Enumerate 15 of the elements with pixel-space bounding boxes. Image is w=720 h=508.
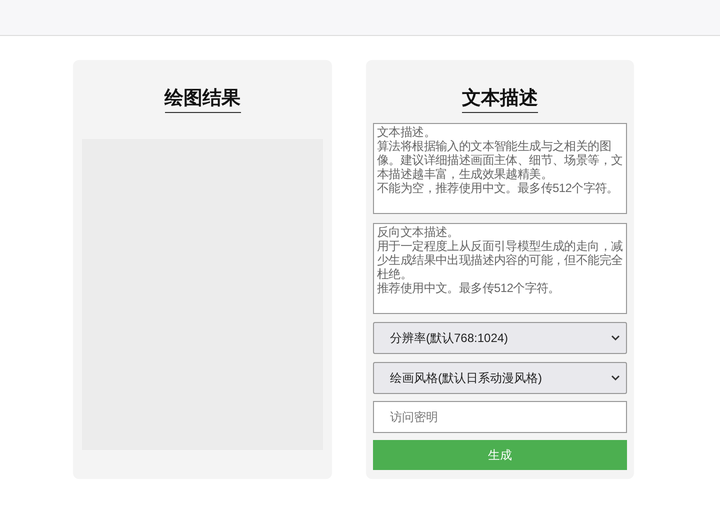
chevron-down-icon bbox=[611, 335, 620, 341]
style-select[interactable]: 绘画风格(默认日系动漫风格) bbox=[373, 362, 627, 394]
placeholder-text: 算法将根据输入的文本智能生成与之相关的图像。建议详细描述画面主体、细节、场景等，文本描述越丰富，生成效果越精美。 bbox=[377, 139, 623, 181]
negative-prompt-field[interactable]: 反向文本描述。 用于一定程度上从反面引导模型生成的走向，减少生成结果中出现描述内容的可能，但不能完全杜绝。 推荐使用中文。最多传512个字符。 bbox=[373, 223, 627, 314]
placeholder-text: 不能为空，推荐使用中文。最多传512个字符。 bbox=[377, 181, 618, 195]
placeholder-text: 用于一定程度上从反面引导模型生成的走向，减少生成结果中出现描述内容的可能，但不能完全杜绝。 bbox=[377, 239, 623, 281]
prompt-field[interactable]: 文本描述。 算法将根据输入的文本智能生成与之相关的图像。建议详细描述画面主体、细节、场景等，文本描述越丰富，生成效果越精美。 不能为空，推荐使用中文。最多传512个字符。 bbox=[373, 123, 627, 214]
resolution-select[interactable]: 分辨率(默认768:1024) bbox=[373, 322, 627, 354]
chevron-down-icon bbox=[611, 375, 620, 381]
panel-title: 绘图结果 bbox=[164, 86, 240, 113]
placeholder-text: 推荐使用中文。最多传512个字符。 bbox=[377, 281, 560, 295]
access-key-field[interactable]: 访问密明 bbox=[373, 401, 627, 433]
placeholder-text: 文本描述。 bbox=[377, 125, 436, 139]
panel-title: 文本描述 bbox=[462, 86, 538, 113]
placeholder-text: 反向文本描述。 bbox=[377, 225, 459, 239]
